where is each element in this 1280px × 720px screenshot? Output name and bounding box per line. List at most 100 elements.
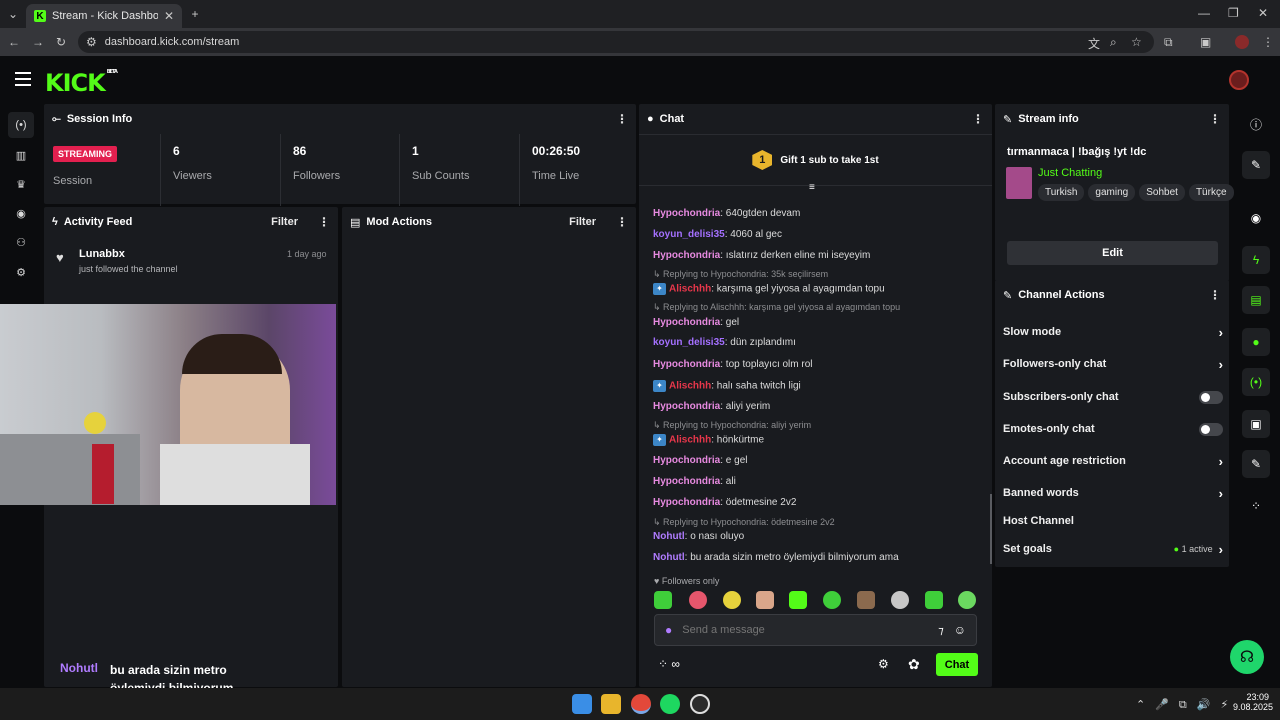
users-nav-icon[interactable]: ⚇ [8, 229, 34, 255]
slow-mode-row[interactable]: Slow mode › [1003, 322, 1223, 342]
host-channel-row[interactable]: Host Channel [1003, 511, 1223, 531]
chat-message[interactable]: koyun_delisi35: 4060 al gec [653, 229, 782, 240]
address-bar[interactable]: ⚙ dashboard.kick.com/stream [78, 31, 1154, 53]
browser-menu-icon[interactable]: ⋮ [1262, 35, 1274, 49]
analytics-nav-icon[interactable]: ▥ [8, 142, 34, 168]
channel-actions-kebab-icon[interactable]: ⋮ [1209, 288, 1221, 302]
chat-message[interactable]: Hypochondria: e gel [653, 455, 747, 466]
start-icon[interactable] [572, 694, 592, 714]
activity-filter-button[interactable]: Filter [271, 216, 298, 228]
emotes-only-row[interactable]: Emotes-only chat [1003, 419, 1223, 439]
activity-kebab-icon[interactable]: ⋮ [318, 215, 330, 229]
emote-icon[interactable] [756, 591, 774, 609]
chat-message[interactable]: Nohutl: o nası oluyo [653, 531, 744, 542]
back-icon[interactable]: ← [8, 35, 20, 49]
translate-chat-icon[interactable]: ⁊ [938, 624, 943, 637]
activity-user[interactable]: Lunabbx [79, 248, 125, 260]
extensions-icon[interactable]: ⧉ [1164, 35, 1173, 50]
settings-nav-icon[interactable]: ⚙ [8, 259, 34, 285]
tab-search-icon[interactable]: ⌄ [6, 7, 20, 21]
emoji-icon[interactable]: ☺ [954, 623, 966, 637]
chat-settings-icon[interactable]: ⚙ [878, 657, 889, 671]
chat-message[interactable]: ✦ Alischhh: halı saha twitch ligi [653, 380, 801, 392]
tag-item[interactable]: gaming [1088, 184, 1136, 201]
chat-extension-icon[interactable]: ✿ [908, 656, 920, 673]
kick-points-icon[interactable]: ⁘ ∞ [658, 657, 680, 671]
emote-icon[interactable] [857, 591, 875, 609]
camera-icon[interactable]: ◉ [1242, 204, 1270, 232]
chat-message[interactable]: ✦ Alischhh: karşıma gel yiyosa al ayagımd… [653, 283, 885, 295]
kick-logo[interactable]: KICK BETA [45, 69, 118, 97]
emote-icon[interactable] [689, 591, 707, 609]
maximize-icon[interactable]: ❐ [1228, 6, 1239, 20]
stream-category[interactable]: Just Chatting [1038, 167, 1102, 179]
media-icon[interactable]: ▣ [1200, 35, 1211, 49]
system-tray-icons[interactable]: ⌃🎤⧉🔊⚡ [1136, 698, 1238, 712]
reload-icon[interactable]: ↻ [56, 35, 66, 49]
banned-words-row[interactable]: Banned words › [1003, 483, 1223, 503]
emote-icon[interactable] [789, 591, 807, 609]
profile-avatar[interactable] [1235, 35, 1249, 49]
chat-message[interactable]: Hypochondria: aliyi yerim [653, 401, 770, 412]
bookmark-star-icon[interactable]: ☆ [1131, 35, 1142, 49]
layout-icon[interactable]: ▣ [1242, 410, 1270, 438]
tag-item[interactable]: Sohbet [1139, 184, 1185, 201]
lightning-icon[interactable]: ϟ [1242, 246, 1270, 274]
chat-message[interactable]: Hypochondria: gel [653, 317, 739, 328]
app-icon[interactable] [690, 694, 710, 714]
chat-scrollbar[interactable] [990, 494, 992, 564]
help-support-icon[interactable]: ☊ [1230, 640, 1264, 674]
set-goals-row[interactable]: Set goals ● 1 active › [1003, 539, 1223, 559]
chat-icon[interactable]: ● [1242, 328, 1270, 356]
chat-message[interactable]: ✦ Alischhh: hönkürtme [653, 434, 764, 446]
mod-kebab-icon[interactable]: ⋮ [616, 215, 628, 229]
chrome-icon[interactable] [631, 694, 651, 714]
chat-message-input[interactable] [682, 624, 929, 636]
translate-icon[interactable]: 文 [1088, 35, 1100, 52]
document-icon[interactable]: ▤ [1242, 286, 1270, 314]
zoom-icon[interactable]: ⌕ [1110, 35, 1117, 50]
gift-sub-banner[interactable]: 1 Gift 1 sub to take 1st [639, 134, 992, 186]
new-tab-icon[interactable]: + [188, 7, 202, 21]
mod-filter-button[interactable]: Filter [569, 216, 596, 228]
camera-nav-icon[interactable]: ◉ [8, 200, 34, 226]
emote-icon[interactable] [958, 591, 976, 609]
trophy-nav-icon[interactable]: ♛ [8, 171, 34, 197]
chat-message[interactable]: Nohutl: bu arada sizin metro öylemiydi b… [653, 552, 899, 563]
hamburger-menu-icon[interactable] [15, 72, 31, 86]
tag-item[interactable]: Turkish [1038, 184, 1085, 201]
chat-input-box[interactable]: ● ⁊ ☺ [654, 614, 977, 646]
chat-message[interactable]: Hypochondria: ödetmesine 2v2 [653, 497, 796, 508]
stream-nav-icon[interactable]: (•) [8, 112, 34, 138]
emote-icon[interactable] [925, 591, 943, 609]
minimize-icon[interactable]: — [1198, 6, 1210, 20]
subscribers-only-toggle[interactable] [1199, 390, 1223, 404]
file-explorer-icon[interactable] [601, 694, 621, 714]
chat-message[interactable]: Hypochondria: top toplayıcı olm rol [653, 359, 813, 370]
subscribers-only-row[interactable]: Subscribers-only chat [1003, 387, 1223, 407]
send-chat-button[interactable]: Chat [936, 653, 978, 676]
browser-tab[interactable]: K Stream - Kick Dashboard ✕ [26, 4, 182, 28]
kick-points-icon[interactable]: ⁘ [1242, 492, 1270, 520]
chat-message[interactable]: Hypochondria: ıslatırız derken eline mi … [653, 250, 870, 261]
close-window-icon[interactable]: ✕ [1258, 6, 1268, 20]
info-icon[interactable]: ⓘ [1242, 110, 1270, 138]
account-age-row[interactable]: Account age restriction › [1003, 451, 1223, 471]
emote-icon[interactable] [891, 591, 909, 609]
chat-kebab-icon[interactable]: ⋮ [972, 112, 984, 126]
site-info-icon[interactable]: ⚙ [86, 35, 97, 49]
stream-info-kebab-icon[interactable]: ⋮ [1209, 112, 1221, 126]
microphone-icon[interactable]: ● [665, 623, 672, 637]
taskbar-clock[interactable]: 23:09 9.08.2025 [1233, 692, 1273, 712]
close-tab-icon[interactable]: ✕ [164, 9, 174, 23]
edit-pencil-icon[interactable]: ✎ [1242, 151, 1270, 179]
session-kebab-icon[interactable]: ⋮ [616, 112, 628, 126]
emote-icon[interactable] [823, 591, 841, 609]
chat-message[interactable]: koyun_delisi35: dün zıplandımı [653, 337, 796, 348]
broadcast-icon[interactable]: (•) [1242, 368, 1270, 396]
pinned-toggle-icon[interactable]: ≡ [809, 182, 815, 193]
user-avatar[interactable] [1229, 70, 1249, 90]
forward-icon[interactable]: → [32, 35, 44, 49]
emote-icon[interactable] [723, 591, 741, 609]
spotify-icon[interactable] [660, 694, 680, 714]
